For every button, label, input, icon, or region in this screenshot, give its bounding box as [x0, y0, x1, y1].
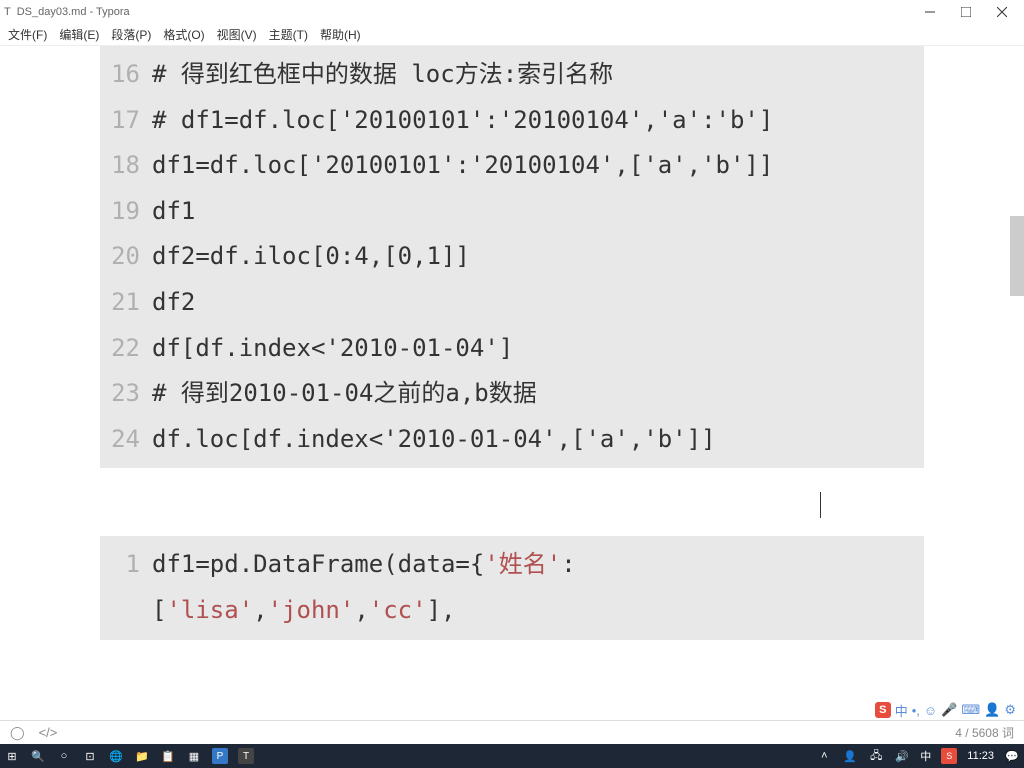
code-text[interactable]: df.loc[df.index<'2010-01-04',['a','b']]: [152, 417, 924, 463]
app-icon-3[interactable]: P: [212, 748, 228, 764]
start-button[interactable]: ⊞: [4, 748, 20, 764]
tray-ime-lang[interactable]: 中: [920, 748, 931, 764]
ime-logo-icon[interactable]: S: [875, 702, 891, 718]
title-bar: T DS_day03.md - Typora: [0, 0, 1024, 24]
ime-mic-icon[interactable]: 🎤: [941, 702, 957, 718]
code-block-1[interactable]: 16# 得到红色框中的数据 loc方法:索引名称17# df1=df.loc['…: [100, 46, 924, 468]
text-cursor: [820, 492, 821, 518]
ime-lang-icon[interactable]: 中: [895, 701, 908, 720]
window-title: DS_day03.md - Typora: [17, 6, 130, 18]
line-number: 16: [100, 52, 152, 98]
ime-toolbar[interactable]: S 中 •, ☺ 🎤 ⌨ 👤 ⚙: [875, 700, 1016, 720]
tray-up-icon[interactable]: ˄: [816, 748, 832, 764]
code-text[interactable]: df1=pd.DataFrame(data={'姓名':['lisa','joh…: [152, 542, 924, 633]
line-number: 18: [100, 143, 152, 189]
code-text[interactable]: # df1=df.loc['20100101':'20100104','a':'…: [152, 98, 924, 144]
line-number: 17: [100, 98, 152, 144]
taskbar: ⊞ 🔍 ○ ⊡ 🌐 📁 📋 ▦ P T ˄ 👤 🖧 🔊 中 S 11:23 💬: [0, 744, 1024, 768]
line-number: 22: [100, 326, 152, 372]
code-text[interactable]: df1: [152, 189, 924, 235]
ime-emoji-icon[interactable]: ☺: [924, 703, 937, 718]
sidebar-toggle-icon[interactable]: ◯: [10, 725, 25, 741]
taskview-icon[interactable]: ⊡: [82, 748, 98, 764]
line-number: 21: [100, 280, 152, 326]
code-text[interactable]: df2: [152, 280, 924, 326]
menu-para[interactable]: 段落(P): [111, 26, 151, 43]
ime-user-icon[interactable]: 👤: [984, 702, 1000, 718]
code-text[interactable]: df1=df.loc['20100101':'20100104',['a','b…: [152, 143, 924, 189]
app-icon: T: [4, 6, 11, 18]
ime-keyboard-icon[interactable]: ⌨: [961, 702, 980, 718]
code-text[interactable]: df2=df.iloc[0:4,[0,1]]: [152, 234, 924, 280]
menu-bar: 文件(F) 编辑(E) 段落(P) 格式(O) 视图(V) 主题(T) 帮助(H…: [0, 24, 1024, 46]
tray-clock[interactable]: 11:23: [967, 750, 994, 762]
app-icon-1[interactable]: 📋: [160, 748, 176, 764]
status-bar: ◯ </> 4 / 5608 词: [0, 720, 1024, 744]
code-block-2[interactable]: 1 df1=pd.DataFrame(data={'姓名':['lisa','j…: [100, 536, 924, 639]
tray-network-icon[interactable]: 🖧: [868, 748, 884, 764]
line-number: 23: [100, 371, 152, 417]
word-count[interactable]: 4 / 5608 词: [955, 724, 1014, 741]
tray-people-icon[interactable]: 👤: [842, 748, 858, 764]
source-mode-icon[interactable]: </>: [39, 725, 58, 740]
menu-view[interactable]: 视图(V): [217, 26, 257, 43]
close-button[interactable]: [984, 0, 1020, 24]
tray-notifications-icon[interactable]: 💬: [1004, 748, 1020, 764]
minimize-button[interactable]: [912, 0, 948, 24]
scrollbar-thumb[interactable]: [1010, 216, 1024, 296]
app-icon-2[interactable]: ▦: [186, 748, 202, 764]
line-number: 24: [100, 417, 152, 463]
maximize-button[interactable]: [948, 0, 984, 24]
line-number: 20: [100, 234, 152, 280]
ime-settings-icon[interactable]: ⚙: [1004, 702, 1016, 718]
code-text[interactable]: # 得到2010-01-04之前的a,b数据: [152, 371, 924, 417]
editor-area[interactable]: 16# 得到红色框中的数据 loc方法:索引名称17# df1=df.loc['…: [0, 46, 1024, 720]
menu-help[interactable]: 帮助(H): [320, 26, 361, 43]
folder-icon[interactable]: 📁: [134, 748, 150, 764]
tray-volume-icon[interactable]: 🔊: [894, 748, 910, 764]
line-number: 1: [100, 542, 152, 588]
line-number: 19: [100, 189, 152, 235]
cortana-icon[interactable]: ○: [56, 748, 72, 764]
code-text[interactable]: df[df.index<'2010-01-04']: [152, 326, 924, 372]
ime-punct-icon[interactable]: •,: [912, 703, 920, 718]
typora-taskbar-icon[interactable]: T: [238, 748, 254, 764]
menu-file[interactable]: 文件(F): [8, 26, 47, 43]
menu-theme[interactable]: 主题(T): [269, 26, 308, 43]
code-text[interactable]: # 得到红色框中的数据 loc方法:索引名称: [152, 52, 924, 98]
menu-format[interactable]: 格式(O): [163, 26, 204, 43]
menu-edit[interactable]: 编辑(E): [59, 26, 99, 43]
tray-sogou-icon[interactable]: S: [941, 748, 957, 764]
search-icon[interactable]: 🔍: [30, 748, 46, 764]
chrome-icon[interactable]: 🌐: [108, 748, 124, 764]
